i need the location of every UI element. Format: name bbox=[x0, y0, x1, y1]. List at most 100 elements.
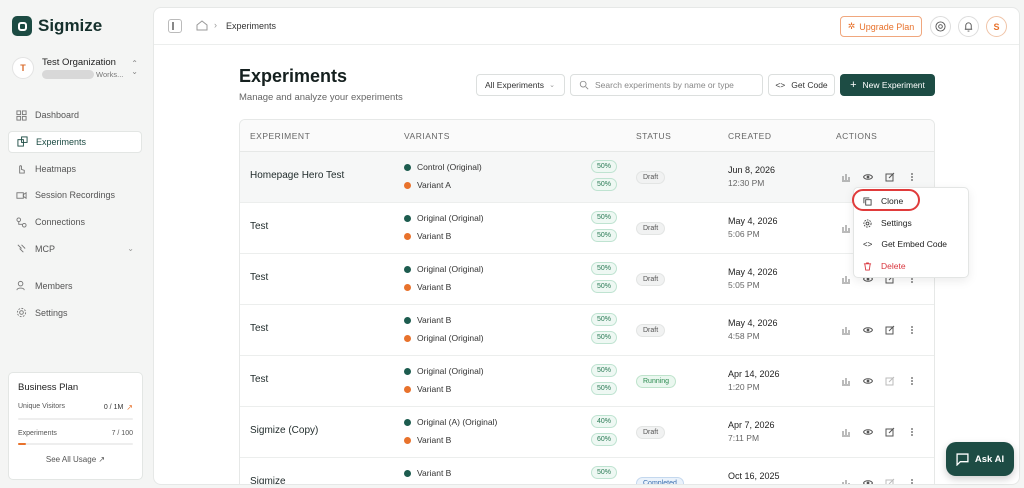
app-logo[interactable]: Sigmize bbox=[12, 16, 102, 36]
edit-icon[interactable] bbox=[884, 171, 896, 183]
more-vertical-icon[interactable] bbox=[906, 426, 918, 438]
visitors-label: Unique Visitors bbox=[18, 403, 65, 410]
experiment-filter-select[interactable]: All Experiments ⌄ bbox=[476, 74, 565, 96]
new-experiment-button[interactable]: + New Experiment bbox=[840, 74, 935, 96]
created-time: 7:11 PM bbox=[728, 433, 760, 443]
table-row[interactable]: Sigmize (Copy) Original (A) (Original) 40%… bbox=[240, 407, 934, 458]
variant-weight-badge: 50% bbox=[591, 313, 617, 326]
edit-icon[interactable] bbox=[884, 426, 896, 438]
menu-item-settings[interactable]: Settings bbox=[854, 213, 970, 233]
eye-icon[interactable] bbox=[862, 324, 874, 336]
variant-weight-badge: 50% bbox=[591, 382, 617, 395]
created-cell: May 4, 2026 5:05 PM bbox=[728, 267, 778, 290]
analytics-icon[interactable] bbox=[840, 426, 852, 438]
notifications-button[interactable] bbox=[958, 16, 979, 37]
variant-item: Original (A) (Original) bbox=[404, 417, 497, 427]
status-badge: Draft bbox=[636, 324, 666, 337]
sidebar-item-label: Heatmaps bbox=[35, 163, 77, 174]
more-vertical-icon[interactable] bbox=[906, 171, 918, 183]
table-row[interactable]: Sigmize Variant B 50% Completed Oct 16, 2025 bbox=[240, 458, 934, 484]
created-date: May 4, 2026 bbox=[728, 267, 778, 277]
more-vertical-icon[interactable] bbox=[906, 477, 918, 484]
table-row[interactable]: Test Original (Original) 50% Variant B 50% Dr… bbox=[240, 203, 934, 254]
edit-icon[interactable] bbox=[884, 477, 896, 484]
table-row[interactable]: Test Original (Original) 50% Variant B 50% Dr… bbox=[240, 254, 934, 305]
menu-item-get-embed-code[interactable]: <> Get Embed Code bbox=[854, 234, 970, 254]
col-status: STATUS bbox=[636, 131, 672, 141]
visitors-value: 0 / 1M bbox=[103, 404, 124, 411]
menu-item-delete[interactable]: Delete bbox=[854, 256, 970, 276]
code-icon: <> bbox=[863, 239, 873, 249]
created-date: Jun 8, 2026 bbox=[728, 165, 776, 175]
more-vertical-icon[interactable] bbox=[906, 324, 918, 336]
edit-icon[interactable] bbox=[884, 324, 896, 336]
home-icon[interactable] bbox=[196, 19, 208, 31]
sidebar-item-experiments[interactable]: Experiments bbox=[8, 130, 142, 153]
analytics-icon[interactable] bbox=[840, 171, 852, 183]
toggle-sidebar-icon[interactable] bbox=[168, 19, 182, 33]
table-row[interactable]: Test Variant B 50% Original (Original) 50% Dr… bbox=[240, 305, 934, 356]
created-time: 5:05 PM bbox=[728, 280, 760, 290]
sidebar-item-mcp[interactable]: MCP ⌄ bbox=[8, 238, 142, 260]
sidebar-item-dashboard[interactable]: Dashboard bbox=[8, 104, 142, 126]
table-row[interactable]: Homepage Hero Test Control (Original) 50% V… bbox=[240, 152, 934, 203]
sidebar-item-heatmaps[interactable]: Heatmaps bbox=[8, 158, 142, 180]
sidebar-item-settings[interactable]: Settings bbox=[8, 302, 142, 324]
variant-weight-badge: 50% bbox=[591, 211, 617, 224]
sidebar-item-members[interactable]: Members bbox=[8, 275, 142, 297]
created-time: 1:20 PM bbox=[728, 382, 760, 392]
chat-icon bbox=[956, 452, 969, 466]
experiment-name[interactable]: Homepage Hero Test bbox=[250, 170, 344, 181]
sidebar-item-label: Experiments bbox=[36, 136, 87, 147]
experiments-bar-fill bbox=[18, 443, 27, 445]
edit-icon[interactable] bbox=[884, 375, 896, 387]
analytics-icon[interactable] bbox=[840, 324, 852, 336]
experiment-name[interactable]: Test bbox=[250, 323, 268, 334]
created-date: Oct 16, 2025 bbox=[728, 471, 780, 481]
user-avatar[interactable]: S bbox=[986, 16, 1007, 37]
variant-item: Variant B bbox=[404, 282, 451, 292]
more-vertical-icon[interactable] bbox=[906, 375, 918, 387]
analytics-icon[interactable] bbox=[840, 273, 852, 285]
analytics-icon[interactable] bbox=[840, 222, 852, 234]
experiment-name[interactable]: Test bbox=[250, 374, 268, 385]
variant-dot bbox=[404, 385, 411, 393]
see-all-usage-link[interactable]: See All Usage ↗ bbox=[18, 455, 133, 464]
sidebar-item-connections[interactable]: Connections bbox=[8, 211, 142, 233]
variant-weight-badge: 60% bbox=[591, 433, 617, 446]
table-row[interactable]: Test Original (Original) 50% Variant B 50% Ru… bbox=[240, 356, 934, 407]
ask-ai-button[interactable]: Ask AI bbox=[946, 442, 1014, 476]
plan-title: Business Plan bbox=[18, 382, 79, 393]
sidebar: Sigmize T Test Organization Works... ⌃ ⌄ … bbox=[0, 0, 152, 488]
experiment-name[interactable]: Sigmize bbox=[250, 476, 286, 484]
analytics-icon[interactable] bbox=[840, 375, 852, 387]
sidebar-item-session-recordings[interactable]: Session Recordings bbox=[8, 184, 142, 206]
created-date: May 4, 2026 bbox=[728, 318, 778, 328]
eye-icon[interactable] bbox=[862, 375, 874, 387]
experiment-name[interactable]: Test bbox=[250, 272, 268, 283]
app-name: Sigmize bbox=[38, 16, 103, 35]
eye-icon[interactable] bbox=[862, 426, 874, 438]
search-input[interactable] bbox=[595, 80, 755, 90]
get-code-button[interactable]: <> Get Code bbox=[768, 74, 835, 96]
variant-dot bbox=[404, 163, 411, 171]
variant-dot bbox=[404, 418, 411, 426]
variant-weight-badge: 50% bbox=[591, 364, 617, 377]
eye-icon[interactable] bbox=[862, 171, 874, 183]
created-cell: Apr 7, 2026 7:11 PM bbox=[728, 420, 775, 443]
experiments-bar bbox=[18, 443, 133, 445]
variant-weight-badge: 40% bbox=[591, 415, 617, 428]
col-created: CREATED bbox=[728, 131, 772, 141]
org-switcher[interactable]: T Test Organization Works... ⌃ ⌄ bbox=[8, 50, 144, 86]
variant-item: Original (Original) bbox=[404, 264, 484, 274]
variant-item: Control (Original) bbox=[404, 162, 482, 172]
sidebar-item-label: MCP bbox=[35, 243, 55, 254]
search-box[interactable] bbox=[570, 74, 763, 96]
eye-icon[interactable] bbox=[862, 477, 874, 484]
analytics-icon[interactable] bbox=[840, 477, 852, 484]
redacted-text bbox=[42, 70, 94, 79]
support-button[interactable] bbox=[930, 16, 951, 37]
experiment-name[interactable]: Test bbox=[250, 221, 268, 232]
upgrade-plan-button[interactable]: ✲ Upgrade Plan bbox=[840, 16, 922, 37]
experiment-name[interactable]: Sigmize (Copy) bbox=[250, 425, 318, 436]
